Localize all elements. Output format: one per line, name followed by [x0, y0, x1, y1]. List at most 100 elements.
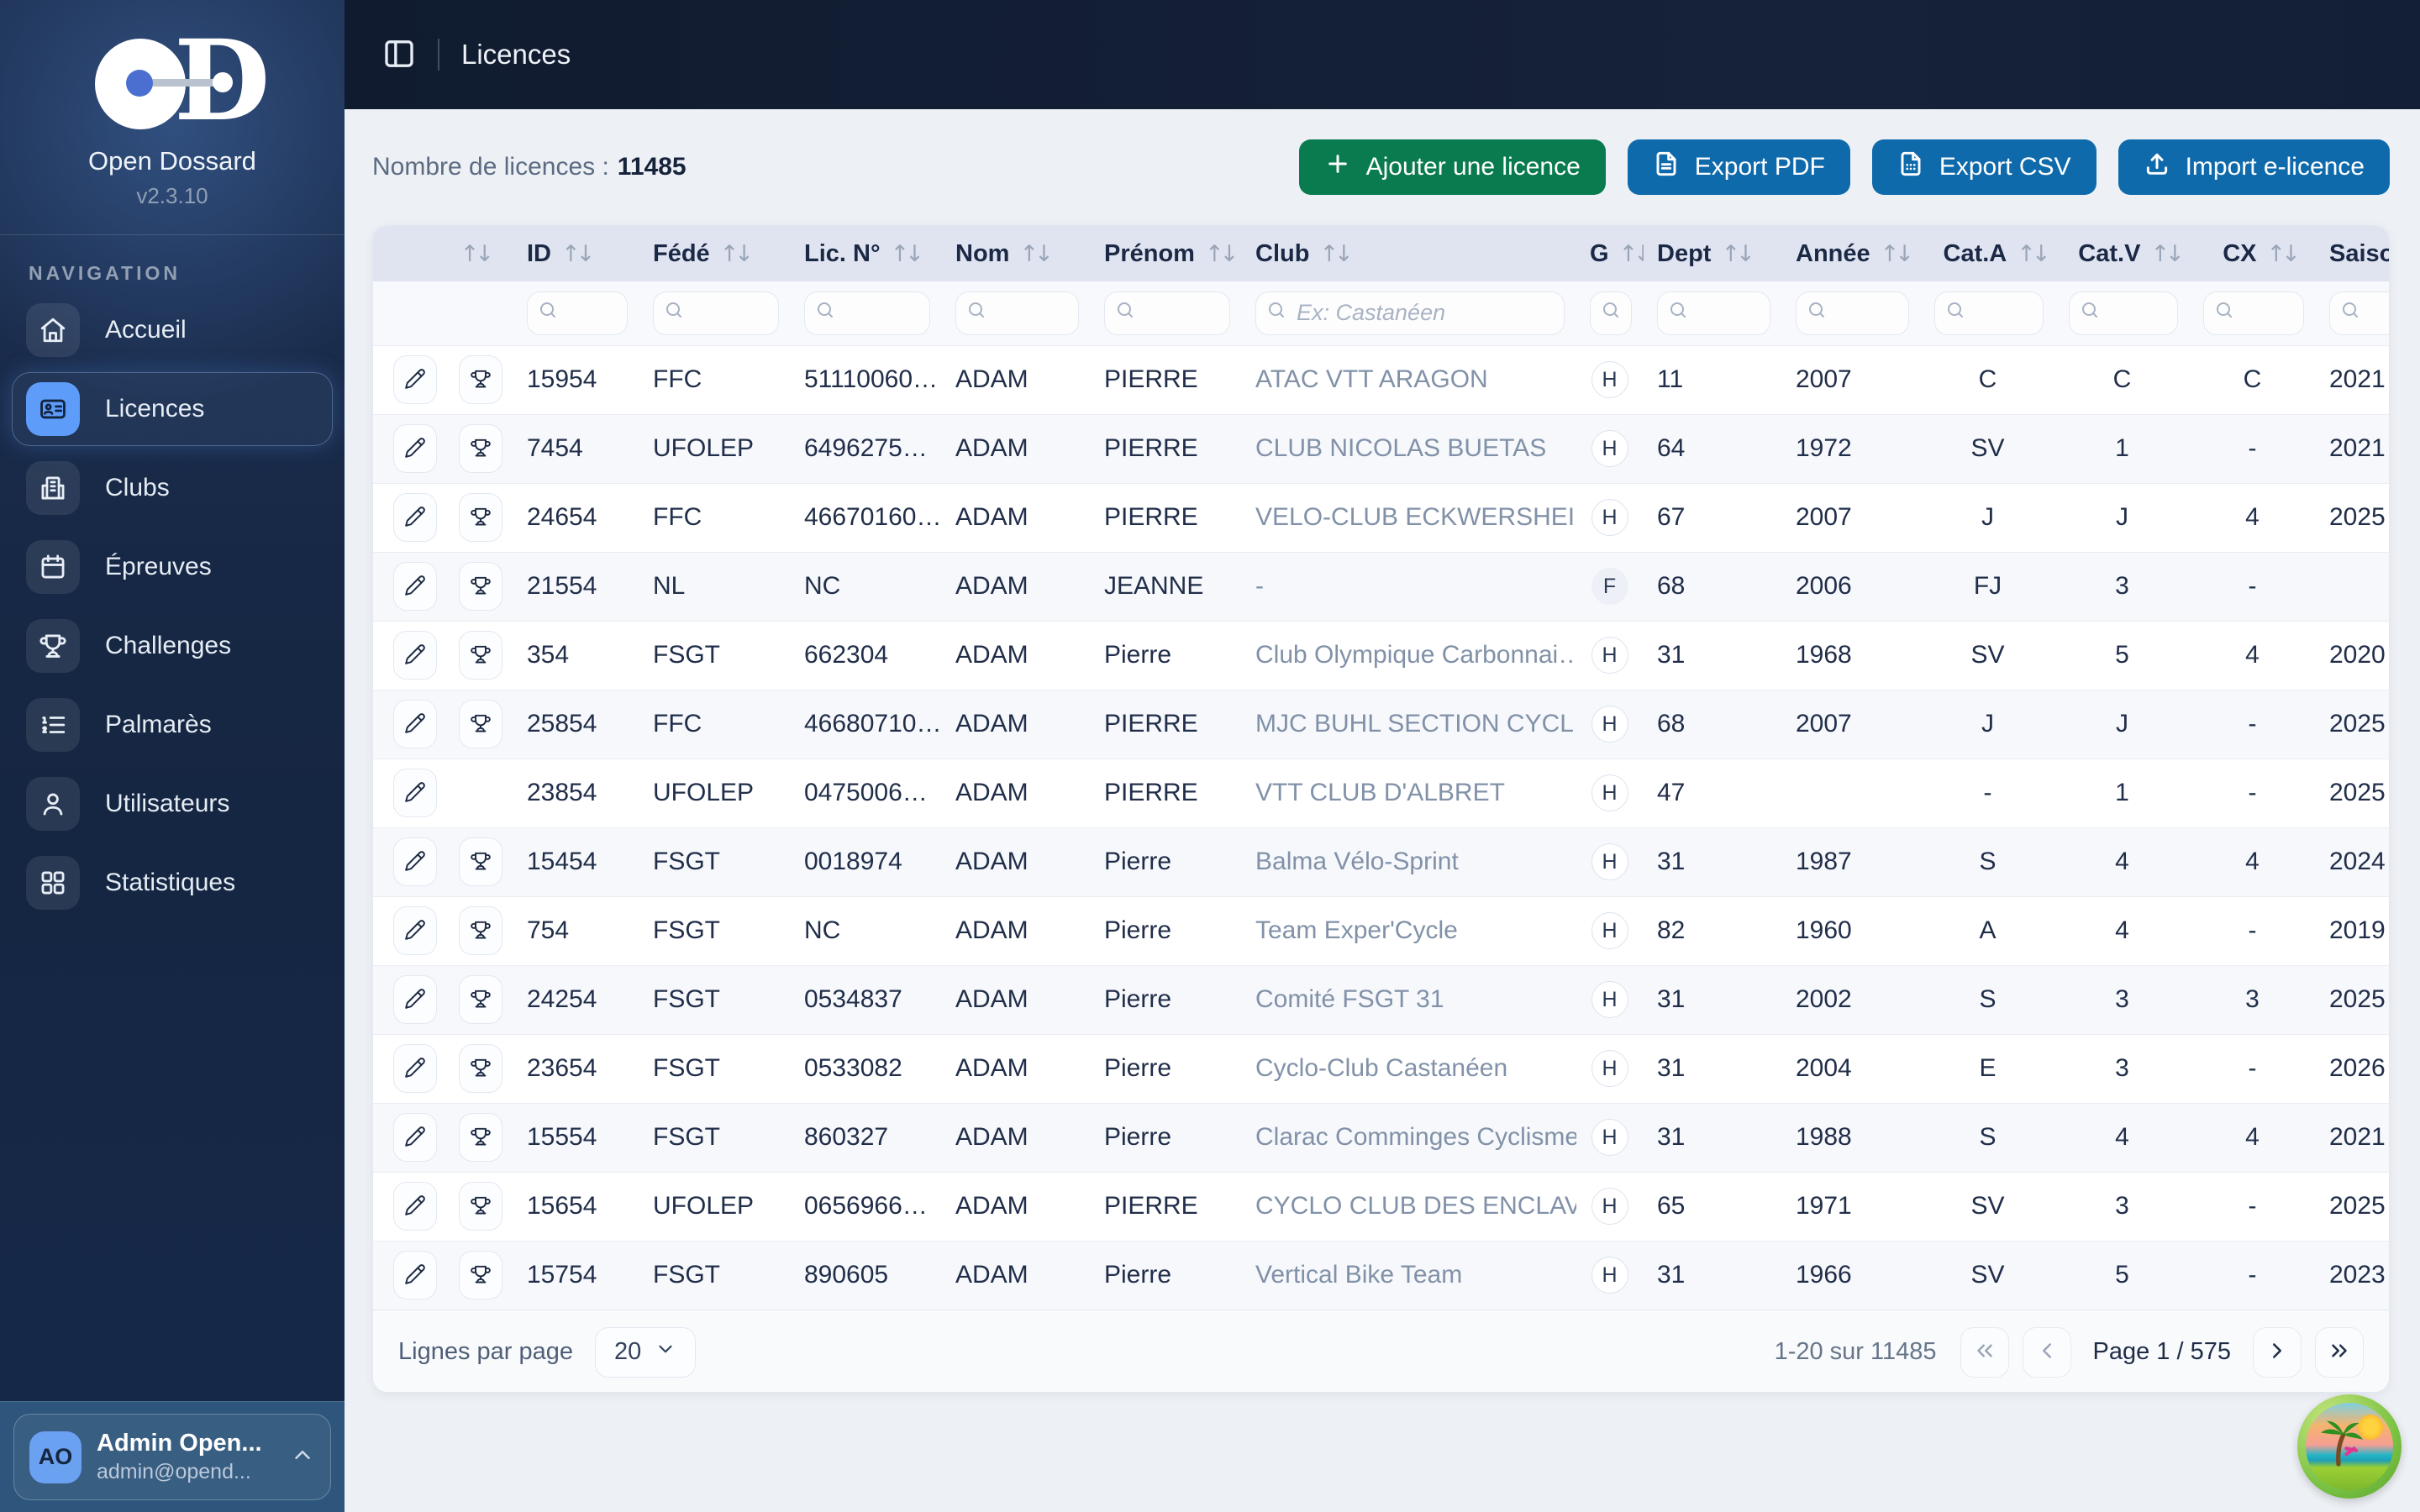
filter-lic-input[interactable] [844, 299, 919, 328]
club-link[interactable]: Balma Vélo-Sprint [1242, 827, 1576, 896]
edit-button[interactable] [393, 1113, 437, 1162]
edit-button[interactable] [393, 424, 437, 473]
filter-cat_v-input[interactable] [2108, 299, 2167, 328]
filter-cx-input[interactable] [2243, 299, 2293, 328]
sidebar-item-challenges[interactable]: Challenges [12, 609, 333, 683]
palmares-button[interactable] [459, 906, 502, 955]
sort-icon[interactable]: ↑↓ [1019, 241, 1053, 267]
sidebar-item-utilisateurs[interactable]: Utilisateurs [12, 767, 333, 841]
filter-fede-input[interactable] [692, 299, 768, 328]
filter-prenom-input[interactable] [1144, 299, 1219, 328]
cell-fede: FSGT [653, 1123, 720, 1151]
edit-button[interactable] [393, 631, 437, 680]
sort-icon[interactable]: ↑↓ [1619, 241, 1644, 267]
sort-icon[interactable]: ↑↓ [1319, 241, 1353, 267]
edit-button[interactable] [393, 1251, 437, 1300]
cell-cat_a: J [1981, 710, 1994, 738]
sort-icon[interactable]: ↑↓ [2150, 241, 2184, 267]
club-link[interactable]: VTT CLUB D'ALBRET [1242, 759, 1576, 827]
first-page-button[interactable] [1960, 1326, 2009, 1378]
edit-button[interactable] [393, 1182, 437, 1231]
sidebar-item-statistiques[interactable]: Statistiques [12, 846, 333, 920]
club-link[interactable]: Team Exper'Cycle [1242, 896, 1576, 965]
export-pdf-button[interactable]: Export PDF [1627, 139, 1850, 195]
add-licence-button[interactable]: Ajouter une licence [1298, 139, 1606, 195]
club-link[interactable]: Vertical Bike Team [1242, 1241, 1576, 1310]
club-link[interactable]: Clarac Comminges Cyclisme [1242, 1103, 1576, 1172]
filter-dept-input[interactable] [1697, 299, 1760, 328]
filter-cat_a-input[interactable] [1974, 299, 2033, 328]
edit-button[interactable] [393, 493, 437, 542]
edit-button[interactable] [393, 562, 437, 611]
palmares-button[interactable] [459, 1251, 502, 1300]
sort-icon[interactable]: ↑↓ [1205, 241, 1239, 267]
table-row: 21554 NL NC ADAM JEANNE - F 68 2006 FJ 3- [373, 552, 2389, 621]
palmares-button[interactable] [459, 975, 502, 1024]
import-elicence-button[interactable]: Import e-licence [2118, 139, 2390, 195]
palmares-button[interactable] [459, 1182, 502, 1231]
sort-icon[interactable]: ↑↓ [2017, 241, 2050, 267]
sidebar-toggle-button[interactable] [382, 37, 416, 73]
edit-button[interactable] [393, 837, 437, 886]
club-link[interactable]: VELO-CLUB ECKWERSHEIM [1242, 483, 1576, 552]
club-link[interactable]: - [1242, 552, 1576, 621]
palmares-button[interactable] [459, 424, 502, 473]
filter-club-input[interactable] [1295, 299, 1554, 328]
column-header-g: G ↑↓ [1576, 226, 1644, 281]
rows-per-page-select[interactable]: 20 [595, 1326, 697, 1378]
next-page-button[interactable] [2253, 1326, 2302, 1378]
edit-button[interactable] [393, 769, 437, 817]
last-page-button[interactable] [2315, 1326, 2364, 1378]
sort-icon[interactable]: ↑↓ [561, 241, 595, 267]
sidebar-item-epreuves[interactable]: Épreuves [12, 530, 333, 604]
sidebar-item-licences[interactable]: Licences [12, 372, 333, 446]
cell-cx: - [2248, 1192, 2257, 1220]
sidebar-item-accueil[interactable]: Accueil [12, 293, 333, 367]
club-link[interactable]: Club Olympique Carbonnai… [1242, 621, 1576, 690]
palmares-button[interactable] [459, 493, 502, 542]
club-link[interactable]: CYCLO CLUB DES ENCLAV… [1242, 1172, 1576, 1241]
filter-nom-input[interactable] [995, 299, 1068, 328]
palmares-button[interactable] [459, 1044, 502, 1093]
filter-g-input[interactable] [1629, 299, 1638, 328]
palmares-button[interactable] [459, 837, 502, 886]
palmares-button[interactable] [459, 1113, 502, 1162]
table-row: 15954 FFC 51110060… ADAM PIERRE ATAC VTT ARAG… [373, 345, 2389, 414]
previous-page-button[interactable] [2022, 1326, 2071, 1378]
cell-annee: 1988 [1796, 1123, 1852, 1151]
sidebar-item-palmares[interactable]: Palmarès [12, 688, 333, 762]
edit-button[interactable] [393, 1044, 437, 1093]
edit-button[interactable] [393, 906, 437, 955]
sort-icon[interactable]: ↑↓ [460, 241, 494, 267]
palmares-button[interactable] [459, 700, 502, 748]
club-link[interactable]: MJC BUHL SECTION CYCL… [1242, 690, 1576, 759]
club-link[interactable]: Comité FSGT 31 [1242, 965, 1576, 1034]
filter-saison-input[interactable] [2369, 299, 2389, 328]
sort-icon[interactable]: ↑↓ [2267, 241, 2301, 267]
filter-annee-input[interactable] [1835, 299, 1898, 328]
sort-icon[interactable]: ↑↓ [1881, 241, 1914, 267]
club-link[interactable]: Cyclo-Club Castanéen [1242, 1034, 1576, 1103]
island-icon[interactable] [2297, 1394, 2402, 1499]
gender-badge: H [1591, 843, 1628, 880]
palmares-button[interactable] [459, 631, 502, 680]
sort-icon[interactable]: ↑↓ [720, 241, 754, 267]
club-link[interactable]: CLUB NICOLAS BUETAS [1242, 414, 1576, 483]
sort-icon[interactable]: ↑↓ [891, 241, 924, 267]
club-link[interactable]: ATAC VTT ARAGON [1242, 345, 1576, 414]
edit-button[interactable] [393, 975, 437, 1024]
edit-button[interactable] [393, 700, 437, 748]
filter-id-input[interactable] [566, 299, 617, 328]
sort-icon[interactable]: ↑↓ [1721, 241, 1754, 267]
filter-cell-dept [1644, 281, 1782, 345]
palmares-button[interactable] [459, 355, 502, 404]
cell-cat_a: A [1979, 916, 1996, 944]
user-menu[interactable]: AO Admin Open... admin@opend... [13, 1414, 331, 1500]
grid-icon [26, 856, 80, 910]
sidebar-item-label: Statistiques [105, 869, 236, 896]
palmares-button[interactable] [459, 562, 502, 611]
pencil-icon [404, 575, 426, 599]
sidebar-item-clubs[interactable]: Clubs [12, 451, 333, 525]
edit-button[interactable] [393, 355, 437, 404]
export-csv-button[interactable]: Export CSV [1871, 139, 2096, 195]
